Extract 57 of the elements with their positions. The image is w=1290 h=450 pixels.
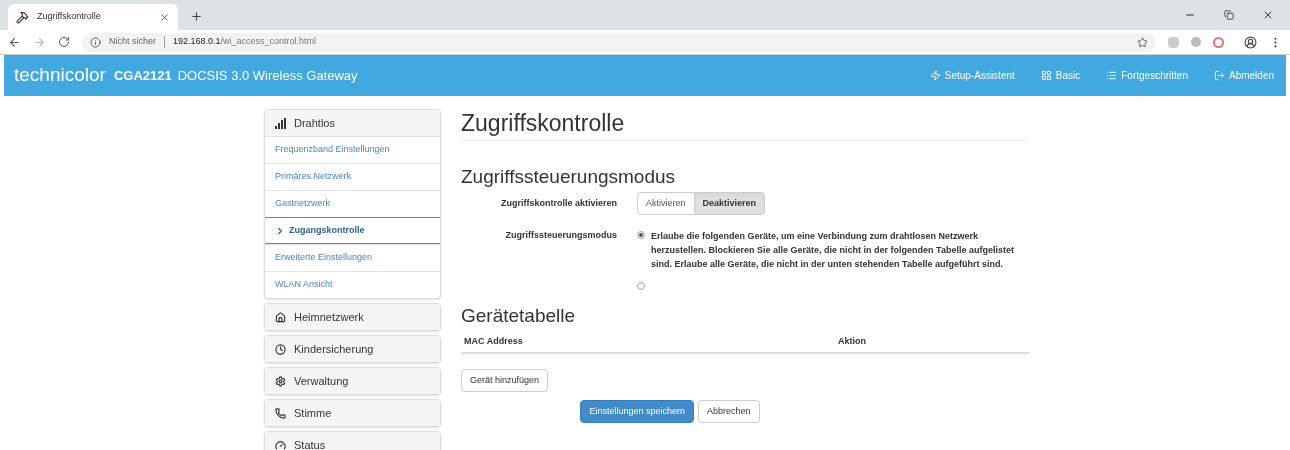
tab-title: Zugriffskontrolle	[37, 10, 102, 24]
sidebar-group[interactable]: Status	[265, 432, 440, 450]
sidebar-item[interactable]: Gastnetzwerk	[265, 190, 440, 217]
save-button[interactable]: Einstellungen speichern	[580, 400, 694, 424]
field-label: Zugriffssteuerungsmodus	[504, 229, 618, 242]
security-label: Nicht sicher	[109, 35, 156, 49]
sidebar-group[interactable]: Drahtlos	[265, 110, 440, 136]
new-tab-icon[interactable]	[190, 10, 203, 23]
radio-label: Erlaube die folgenden Geräte, um eine Verbindung zum drahtlosen Netzwerk herzustellen. Blockieren Sie alle Geräte, die nicht in der folgenden Tabelle aufgelistet sind. Erlaube alle Geräte, die nicht in der unten stehenden Tabelle aufgeführt sind.	[651, 230, 1015, 271]
lightning-icon	[929, 70, 941, 81]
group-icon	[275, 343, 286, 355]
toggle-button[interactable]: Aktivieren	[637, 192, 695, 215]
hammer-icon	[16, 10, 29, 24]
url-text: 192.168.0.1/wi_access_control.html	[173, 35, 317, 49]
column-header: MAC Address	[463, 335, 524, 349]
sidebar-group[interactable]: Heimnetzwerk	[265, 304, 440, 330]
add-device-button[interactable]: Gerät hinzufügen	[461, 369, 549, 393]
address-field[interactable]: Nicht sicher 192.168.0.1/wi_access_control.html	[82, 32, 1156, 52]
group-icon	[275, 407, 286, 419]
logout-icon	[1213, 70, 1225, 81]
cancel-button[interactable]: Abbrechen	[698, 400, 760, 424]
page-title: Zugriffskontrolle	[461, 109, 626, 137]
group-icon	[275, 311, 286, 323]
signal-bars-icon	[275, 117, 286, 129]
toggle-button[interactable]: Deaktivieren	[693, 192, 766, 215]
sidebar-item[interactable]: WLAN Ansicht	[265, 271, 440, 298]
grid-icon	[1040, 70, 1052, 81]
radio-button[interactable]	[637, 231, 645, 239]
restore-icon[interactable]	[1224, 10, 1234, 20]
sidebar-group[interactable]: Verwaltung	[265, 368, 440, 394]
radio-button[interactable]	[637, 282, 645, 290]
sidebar-group[interactable]: Stimme	[265, 400, 440, 426]
field-label: Zugriffskontrolle aktivieren	[499, 196, 618, 210]
close-window-icon[interactable]	[1262, 9, 1274, 21]
product-name: DOCSIS 3.0 Wireless Gateway	[177, 66, 358, 85]
section-title: Gerätetabelle	[461, 304, 577, 328]
list-icon	[1106, 70, 1118, 81]
back-icon[interactable]	[8, 35, 21, 49]
section-title: Zugriffssteuerungsmodus	[461, 165, 677, 189]
reload-icon[interactable]	[58, 36, 70, 48]
sidebar-item[interactable]: Primäres Netzwerk	[265, 163, 440, 190]
sidebar-group[interactable]: Kindersicherung	[265, 336, 440, 362]
sidebar-item[interactable]: Zugangskontrolle	[265, 217, 440, 244]
group-icon	[275, 439, 286, 450]
sidebar-item[interactable]: Erweiterte Einstellungen	[265, 244, 440, 271]
chevron-icon	[275, 225, 285, 236]
profile-icon[interactable]	[1244, 35, 1257, 49]
brand-logo: technicolor	[14, 63, 106, 88]
close-icon[interactable]	[159, 11, 170, 23]
browser-tab[interactable]: Zugriffskontrolle	[8, 4, 178, 30]
model-name: CGA2121	[113, 66, 172, 85]
column-header: Aktion	[837, 335, 867, 349]
sidebar-item[interactable]: Frequenzband Einstellungen	[265, 136, 440, 163]
bookmark-star-icon[interactable]	[1137, 36, 1148, 48]
info-icon	[90, 36, 101, 48]
group-icon	[275, 375, 286, 387]
extension-icon[interactable]	[1213, 36, 1224, 48]
